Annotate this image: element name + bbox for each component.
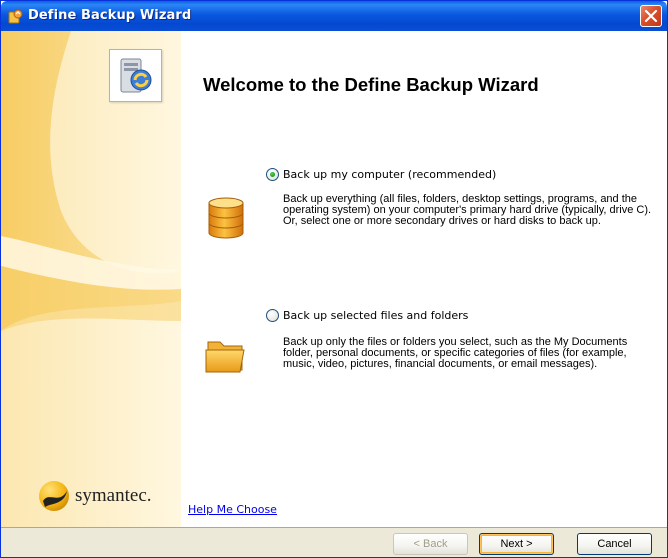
wizard-app-icon	[8, 9, 23, 24]
option-description: Back up only the files or folders you se…	[283, 336, 628, 370]
cancel-button[interactable]: Cancel	[577, 533, 652, 555]
back-button[interactable]: < Back	[393, 533, 468, 555]
next-button[interactable]: Next >	[479, 533, 554, 555]
brand-name: symantec.	[75, 485, 152, 506]
option-label[interactable]: Back up my computer (recommended)	[283, 168, 496, 181]
help-me-choose-link[interactable]: Help Me Choose	[188, 503, 277, 516]
close-icon	[644, 9, 658, 23]
decorative-wave	[1, 31, 181, 527]
database-icon	[208, 197, 244, 239]
folder-icon	[205, 341, 245, 373]
radio-backup-computer[interactable]	[266, 168, 279, 181]
wizard-window: Define Backup Wizard symantec. Welcome t…	[0, 0, 668, 558]
page-title: Welcome to the Define Backup Wizard	[203, 74, 539, 95]
option-description: Back up everything (all files, folders, …	[283, 193, 652, 227]
backup-computer-icon	[120, 58, 152, 93]
wizard-side-panel: symantec.	[1, 31, 181, 527]
symantec-logo: symantec.	[37, 479, 167, 515]
wizard-illustration	[109, 49, 162, 102]
button-bar: < Back Next > Cancel	[1, 527, 667, 557]
radio-selected-dot	[270, 172, 275, 177]
option-label[interactable]: Back up selected files and folders	[283, 309, 468, 322]
window-title: Define Backup Wizard	[28, 8, 192, 23]
close-button[interactable]	[640, 5, 662, 27]
title-bar[interactable]: Define Backup Wizard	[1, 1, 667, 31]
radio-backup-files[interactable]	[266, 309, 279, 322]
symantec-ball-icon	[39, 481, 69, 511]
